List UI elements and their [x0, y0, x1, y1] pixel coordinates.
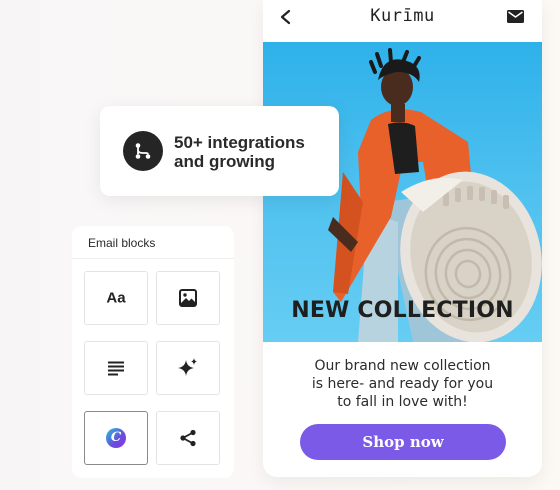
- email-header: Kurīmu: [263, 0, 542, 42]
- brand-logo: Kurīmu: [370, 6, 435, 26]
- branch-flow-icon: [123, 131, 163, 171]
- shop-now-button[interactable]: Shop now: [300, 424, 506, 460]
- mail-icon[interactable]: [507, 10, 524, 23]
- description-line: is here- and ready for you: [311, 376, 494, 392]
- canva-block-tile[interactable]: C: [84, 411, 148, 465]
- share-icon: [180, 429, 196, 447]
- description-line: Our brand new collection: [314, 358, 491, 374]
- image-icon: [179, 289, 197, 307]
- integrations-line: and growing: [174, 152, 276, 171]
- share-block-tile[interactable]: [156, 411, 220, 465]
- integrations-card: 50+ integrations and growing: [100, 106, 339, 196]
- collection-description: Our brand new collection is here- and re…: [287, 357, 518, 411]
- divider: [72, 258, 234, 259]
- description-line: to fall in love with!: [337, 394, 468, 410]
- sparkle-icon: [178, 358, 197, 376]
- integrations-text: 50+ integrations and growing: [174, 133, 334, 171]
- email-blocks-title: Email blocks: [88, 236, 156, 250]
- canva-icon: C: [106, 428, 126, 448]
- ai-block-tile[interactable]: [156, 341, 220, 395]
- integrations-line: 50+ integrations: [174, 133, 305, 152]
- text-icon: Aa: [106, 289, 126, 307]
- text-block-tile[interactable]: Aa: [84, 271, 148, 325]
- email-blocks-panel: Email blocks Aa C: [72, 226, 234, 478]
- email-preview: Kurīmu NEW COLLECTION Our brand new coll…: [263, 0, 542, 477]
- paragraph-lines-icon: [108, 361, 124, 376]
- hero-title: NEW COLLECTION: [291, 298, 514, 323]
- paragraph-block-tile[interactable]: [84, 341, 148, 395]
- image-block-tile[interactable]: [156, 271, 220, 325]
